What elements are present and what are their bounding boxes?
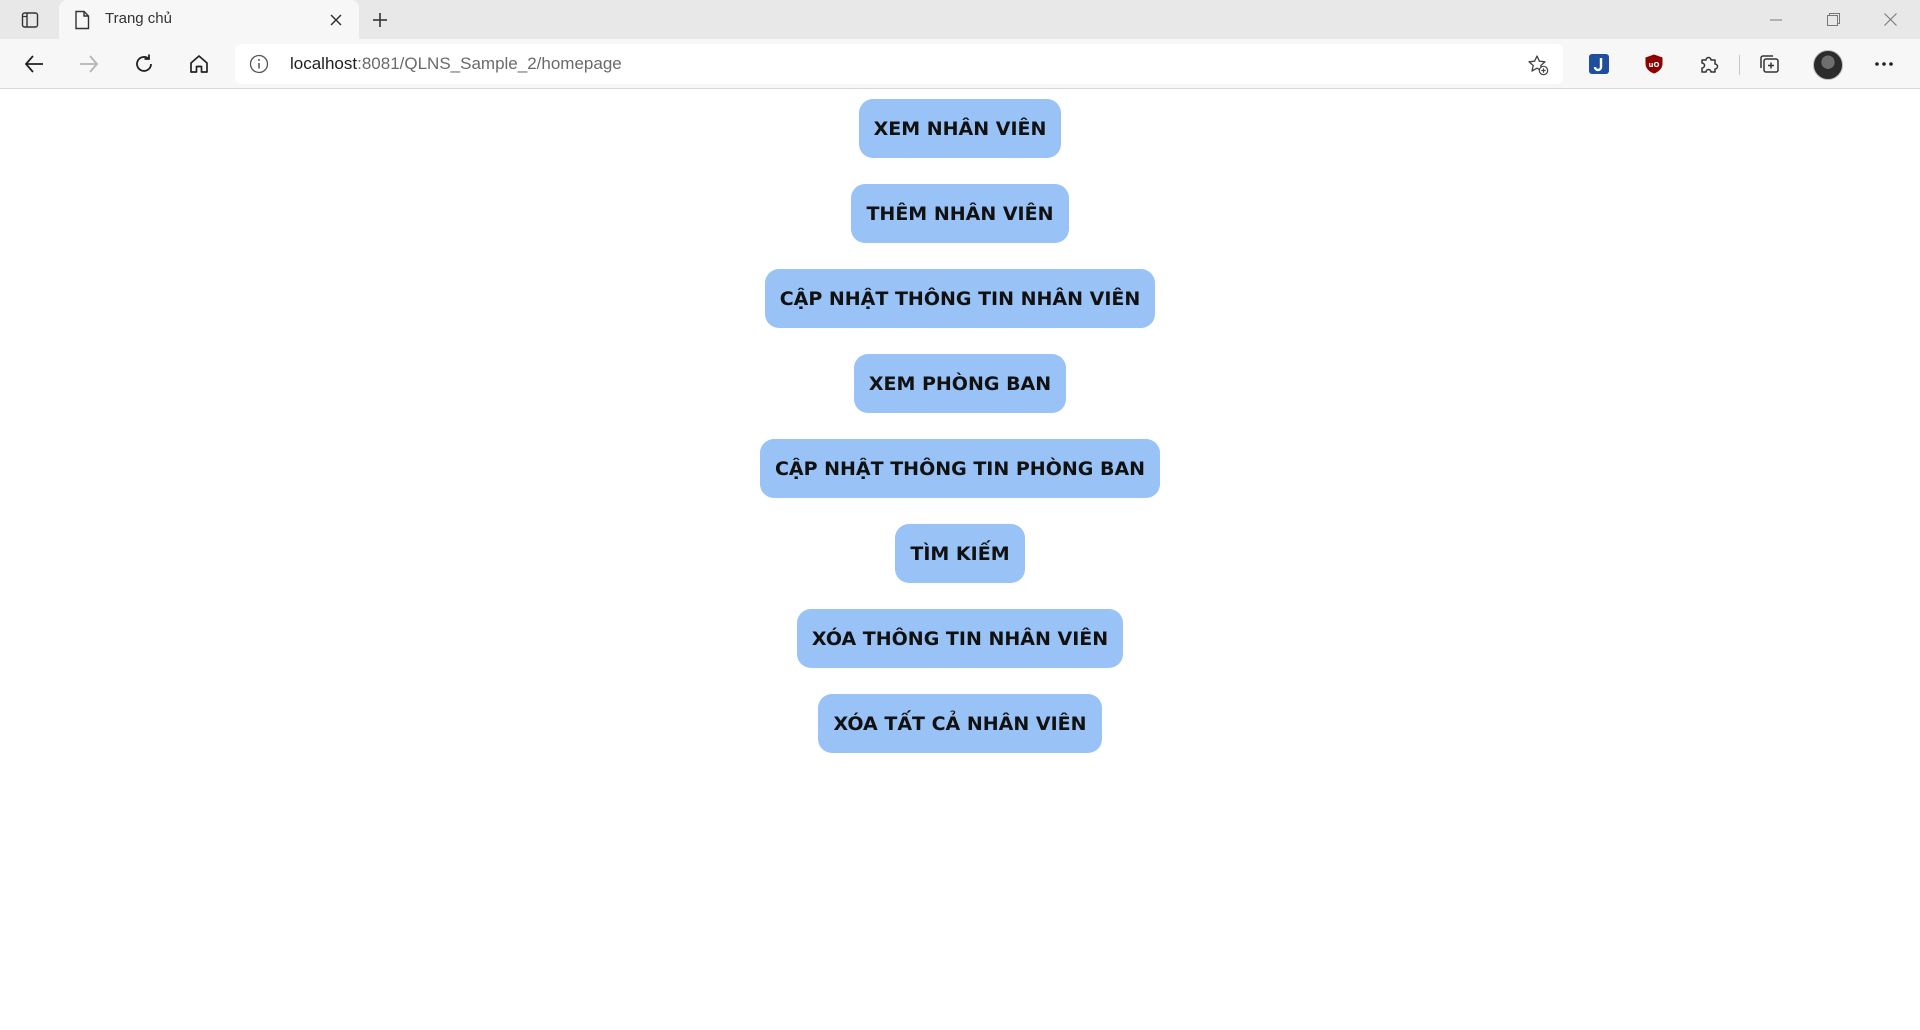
tab-title: Trang chủ (105, 10, 172, 27)
delete-employee-info-button[interactable]: XÓA THÔNG TIN NHÂN VIÊN (796, 609, 1124, 668)
delete-all-employees-button[interactable]: XÓA TẤT CẢ NHÂN VIÊN (818, 694, 1102, 753)
profile-avatar[interactable] (1813, 50, 1843, 80)
window-close-icon[interactable] (1862, 0, 1918, 39)
minimize-icon[interactable] (1748, 0, 1804, 39)
info-icon[interactable] (249, 54, 269, 74)
j-extension-icon[interactable] (1583, 48, 1615, 80)
view-departments-button[interactable]: XEM PHÒNG BAN (853, 354, 1067, 413)
arrow-right-icon[interactable] (71, 46, 107, 82)
active-tab[interactable]: Trang chủ (59, 0, 359, 39)
add-employee-button[interactable]: THÊM NHÂN VIÊN (851, 184, 1069, 243)
view-employees-button[interactable]: XEM NHÂN VIÊN (858, 99, 1062, 158)
home-icon[interactable] (181, 46, 217, 82)
ublock-icon[interactable]: uO (1638, 48, 1670, 80)
browser-toolbar: localhost:8081/QLNS_Sample_2/homepage uO (0, 39, 1920, 89)
document-icon (74, 10, 92, 30)
star-add-icon[interactable] (1525, 52, 1551, 78)
new-tab-plus-icon[interactable] (365, 5, 395, 35)
tab-strip: Trang chủ (0, 0, 1920, 39)
tab-actions-icon[interactable] (14, 7, 46, 33)
svg-text:uO: uO (1649, 61, 1660, 69)
reload-icon[interactable] (126, 46, 162, 82)
main-menu: XEM NHÂN VIÊN THÊM NHÂN VIÊN CẬP NHẬT TH… (0, 99, 1920, 779)
toolbar-divider (1739, 55, 1740, 75)
url-text[interactable]: localhost:8081/QLNS_Sample_2/homepage (290, 54, 622, 74)
update-employee-info-button[interactable]: CẬP NHẬT THÔNG TIN NHÂN VIÊN (764, 269, 1156, 328)
page-content: XEM NHÂN VIÊN THÊM NHÂN VIÊN CẬP NHẬT TH… (0, 89, 1920, 1030)
address-bar[interactable]: localhost:8081/QLNS_Sample_2/homepage (235, 44, 1563, 84)
update-department-info-button[interactable]: CẬP NHẬT THÔNG TIN PHÒNG BAN (759, 439, 1161, 498)
restore-icon[interactable] (1805, 0, 1861, 39)
close-icon[interactable] (325, 9, 347, 31)
arrow-left-icon[interactable] (16, 46, 52, 82)
search-button[interactable]: TÌM KIẾM (895, 524, 1025, 583)
url-host: localhost (290, 54, 358, 73)
collections-icon[interactable] (1753, 48, 1785, 80)
puzzle-icon[interactable] (1693, 48, 1725, 80)
more-icon[interactable] (1868, 48, 1900, 80)
url-path: :8081/QLNS_Sample_2/homepage (357, 54, 622, 73)
